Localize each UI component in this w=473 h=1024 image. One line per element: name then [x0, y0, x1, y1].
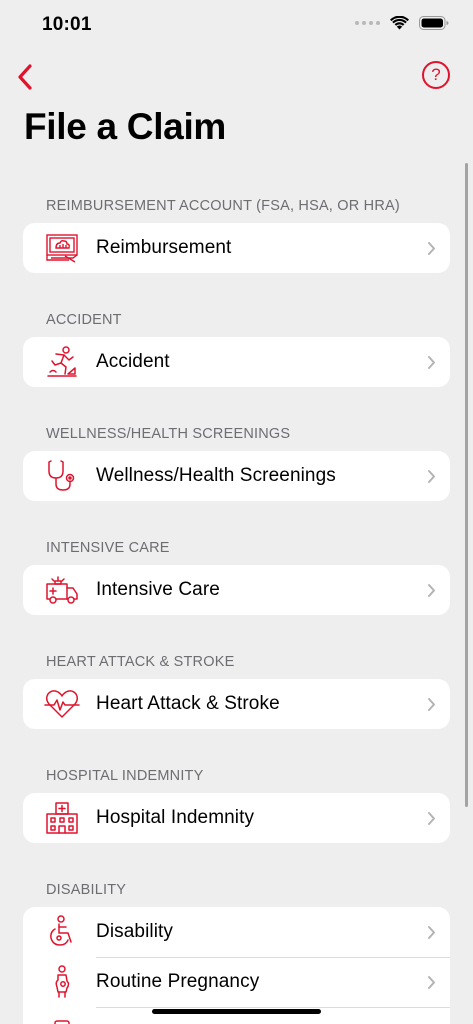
- section-card: Reimbursement: [23, 223, 450, 273]
- reimbursement-icon: [45, 234, 78, 263]
- chevron-right-icon: [427, 241, 435, 255]
- section-header: WELLNESS/HEALTH SCREENINGS: [46, 426, 291, 442]
- section-card: Disability Routine Pregnancy: [23, 907, 450, 1024]
- section-card: Heart Attack & Stroke: [23, 679, 450, 729]
- row-hospital-indemnity[interactable]: Hospital Indemnity: [23, 793, 450, 843]
- row-accident[interactable]: Accident: [23, 337, 450, 387]
- stethoscope-icon: [47, 460, 74, 491]
- status-time: 10:01: [42, 14, 92, 35]
- chevron-right-icon: [427, 583, 435, 597]
- chevron-right-icon: [427, 975, 435, 989]
- row-label: Accident: [96, 351, 170, 372]
- row-label: Wellness/Health Screenings: [96, 465, 336, 486]
- chevron-right-icon: [427, 925, 435, 939]
- wheelchair-icon: [49, 915, 72, 946]
- section-heart-attack: HEART ATTACK & STROKE Heart Attack & Str…: [0, 646, 473, 729]
- chevron-right-icon: [427, 811, 435, 825]
- row-wellness[interactable]: Wellness/Health Screenings: [23, 451, 450, 501]
- chevron-right-icon: [427, 355, 435, 369]
- section-header: HEART ATTACK & STROKE: [46, 654, 235, 670]
- section-hospital-indemnity: HOSPITAL INDEMNITY Hospital Indemnity: [0, 760, 473, 843]
- row-label: Routine Pregnancy: [96, 971, 260, 992]
- help-button[interactable]: ?: [422, 61, 450, 89]
- row-intensive-care[interactable]: Intensive Care: [23, 565, 450, 615]
- cellular-signal-icon: [355, 21, 380, 25]
- section-wellness: WELLNESS/HEALTH SCREENINGS Wellness/Heal…: [0, 418, 473, 501]
- hospital-icon: [45, 802, 78, 834]
- section-card: Intensive Care: [23, 565, 450, 615]
- section-disability: DISABILITY Disability Routine Pregnancy: [0, 874, 473, 1024]
- section-header: ACCIDENT: [46, 312, 122, 328]
- medical-icon: [53, 1020, 70, 1024]
- section-header: INTENSIVE CARE: [46, 540, 170, 556]
- accident-icon: [46, 346, 77, 377]
- screen: 10:01 ? File a Claim REIMBURSEMENT ACCOU…: [0, 0, 473, 1024]
- battery-icon: [419, 16, 449, 30]
- chevron-right-icon: [427, 697, 435, 711]
- section-accident: ACCIDENT Accident: [0, 304, 473, 387]
- row-label: Heart Attack & Stroke: [96, 693, 280, 714]
- row-reimbursement[interactable]: Reimbursement: [23, 223, 450, 273]
- section-card: Wellness/Health Screenings: [23, 451, 450, 501]
- section-header: DISABILITY: [46, 882, 127, 898]
- row-heart-attack-stroke[interactable]: Heart Attack & Stroke: [23, 679, 450, 729]
- row-routine-pregnancy[interactable]: Routine Pregnancy: [23, 957, 450, 1007]
- section-card: Hospital Indemnity: [23, 793, 450, 843]
- chevron-left-icon: [18, 64, 32, 90]
- section-intensive-care: INTENSIVE CARE Intensive Care: [0, 532, 473, 615]
- section-reimbursement: REIMBURSEMENT ACCOUNT (FSA, HSA, OR HRA): [0, 190, 473, 273]
- status-bar: 10:01: [0, 0, 473, 52]
- section-card: Accident: [23, 337, 450, 387]
- home-indicator[interactable]: [152, 1009, 321, 1014]
- page-title: File a Claim: [24, 106, 227, 147]
- row-label: Hospital Indemnity: [96, 807, 255, 828]
- row-label: Reimbursement: [96, 237, 232, 258]
- row-label: Intensive Care: [96, 579, 220, 600]
- row-disability[interactable]: Disability: [23, 907, 450, 957]
- heart-icon: [43, 690, 80, 718]
- back-button[interactable]: [10, 60, 40, 94]
- row-label: Disability: [96, 921, 174, 942]
- status-icons: [355, 16, 449, 30]
- chevron-right-icon: [427, 469, 435, 483]
- section-header: HOSPITAL INDEMNITY: [46, 768, 204, 784]
- ambulance-icon: [45, 576, 78, 604]
- question-mark-icon: ?: [431, 65, 441, 84]
- navigation-bar: ?: [0, 56, 473, 100]
- claim-list: REIMBURSEMENT ACCOUNT (FSA, HSA, OR HRA): [0, 190, 473, 1024]
- wifi-icon: [390, 16, 409, 30]
- pregnancy-icon: [54, 965, 69, 998]
- section-header: REIMBURSEMENT ACCOUNT (FSA, HSA, OR HRA): [46, 198, 400, 214]
